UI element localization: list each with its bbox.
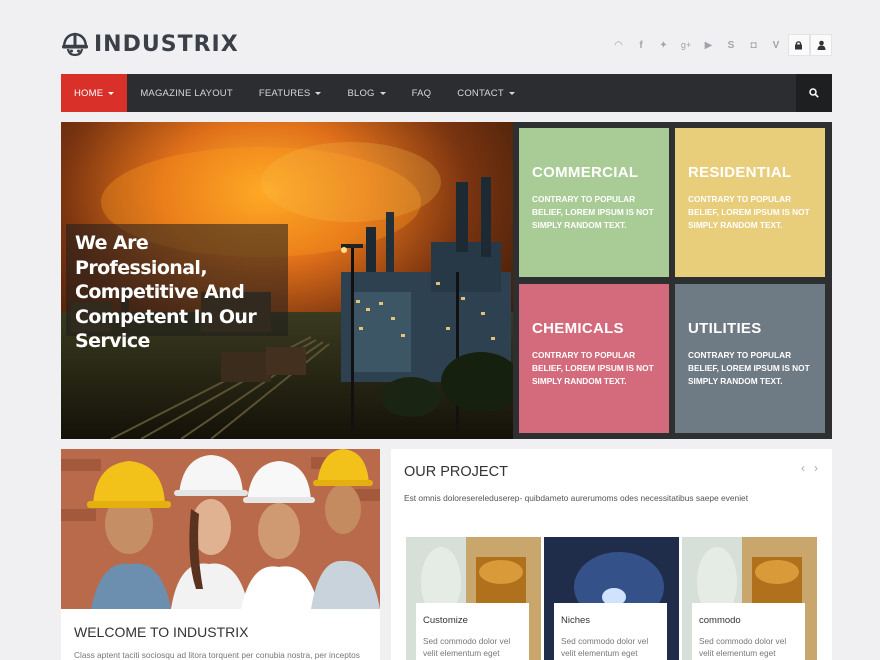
project-card-title: Customize	[423, 615, 468, 626]
tile-text: CONTRARY TO POPULAR BELIEF, LOREM IPSUM …	[688, 350, 810, 386]
nav-item-label: FEATURES	[258, 87, 311, 99]
project-card[interactable]: Niches Sed commodo dolor vel velit eleme…	[544, 537, 679, 660]
project-card-label: Niches Sed commodo dolor vel velit eleme…	[554, 603, 667, 660]
skype-icon[interactable]: S	[720, 34, 742, 56]
tile-commercial[interactable]: COMMERCIAL CONTRARY TO POPULAR BELIEF, L…	[519, 128, 669, 277]
project-card-text: Sed commodo dolor vel velit elementum eg…	[561, 636, 649, 658]
project-description: Est omnis doloresereleduserep- quibdamet…	[404, 493, 749, 503]
project-card-label: Customize Sed commodo dolor vel velit el…	[416, 603, 529, 660]
lock-icon[interactable]	[787, 34, 810, 56]
hero-slider[interactable]: We Are Professional, Competitive And Com…	[61, 122, 513, 439]
tile-chemicals[interactable]: CHEMICALS CONTRARY TO POPULAR BELIEF, LO…	[519, 284, 669, 433]
project-card-title: Niches	[561, 615, 591, 626]
nav-item-home[interactable]: HOME	[61, 74, 128, 112]
tile-text: CONTRARY TO POPULAR BELIEF, LOREM IPSUM …	[688, 194, 810, 230]
project-card[interactable]: Customize Sed commodo dolor vel velit el…	[406, 537, 541, 660]
project-card[interactable]: commodo Sed commodo dolor vel velit elem…	[682, 537, 817, 660]
nav-item-label: HOME	[74, 87, 104, 99]
nav-item-label: CONTACT	[457, 87, 504, 99]
search-icon	[809, 88, 819, 98]
rss-icon[interactable]: ◠	[608, 34, 630, 56]
project-title: OUR PROJECT	[404, 464, 508, 480]
nav-item-features[interactable]: FEATURES	[246, 74, 335, 112]
tile-title: COMMERCIAL	[532, 164, 639, 181]
service-tiles: COMMERCIAL CONTRARY TO POPULAR BELIEF, L…	[513, 122, 832, 439]
facebook-icon[interactable]: f	[630, 34, 652, 56]
nav-item-contact[interactable]: CONTACT	[444, 74, 528, 112]
project-card-title: commodo	[699, 615, 741, 626]
carousel-arrows: ‹ ›	[801, 461, 818, 475]
tile-residential[interactable]: RESIDENTIAL CONTRARY TO POPULAR BELIEF, …	[675, 128, 825, 277]
project-section: OUR PROJECT ‹ › Est omnis doloresereledu…	[391, 449, 832, 660]
nav-item-label: BLOG	[347, 87, 375, 99]
tile-text: CONTRARY TO POPULAR BELIEF, LOREM IPSUM …	[532, 350, 654, 386]
tile-utilities[interactable]: UTILITIES CONTRARY TO POPULAR BELIEF, LO…	[675, 284, 825, 433]
workers-photo	[61, 449, 380, 609]
nav-item-label: MAGAZINE LAYOUT	[140, 87, 233, 99]
nav-item-faq[interactable]: FAQ	[399, 74, 445, 112]
tile-title: UTILITIES	[688, 320, 762, 337]
main-nav: HOME MAGAZINE LAYOUT FEATURES BLOG FAQ C…	[61, 74, 832, 112]
caret-down-icon	[379, 91, 386, 95]
social-links: ◠ f ✦ g+ ▶ S ◘ V	[607, 34, 832, 56]
site-logo[interactable]: INDUSTRIX	[61, 31, 239, 57]
tile-title: CHEMICALS	[532, 320, 624, 337]
flickr-icon[interactable]: ◘	[743, 34, 765, 56]
site-header: INDUSTRIX ◠ f ✦ g+ ▶ S ◘ V	[61, 28, 832, 62]
caret-down-icon	[108, 91, 115, 95]
project-card-label: commodo Sed commodo dolor vel velit elem…	[692, 603, 805, 660]
project-card-text: Sed commodo dolor vel velit elementum eg…	[699, 636, 787, 658]
tile-title: RESIDENTIAL	[688, 164, 792, 181]
chevron-left-icon[interactable]: ‹	[801, 461, 805, 475]
hero-caption-text: We Are Professional, Competitive And Com…	[75, 232, 257, 352]
hero-caption: We Are Professional, Competitive And Com…	[66, 224, 288, 352]
welcome-section: WELCOME TO INDUSTRIX Class aptent taciti…	[61, 449, 380, 660]
nav-item-blog[interactable]: BLOG	[334, 74, 398, 112]
nav-item-magazine-layout[interactable]: MAGAZINE LAYOUT	[127, 74, 246, 112]
caret-down-icon	[315, 91, 322, 95]
caret-down-icon	[508, 91, 515, 95]
chevron-right-icon[interactable]: ›	[814, 461, 818, 475]
search-button[interactable]	[796, 74, 832, 112]
google-plus-icon[interactable]: g+	[675, 34, 697, 56]
hard-hat-icon	[62, 32, 88, 57]
project-card-text: Sed commodo dolor vel velit elementum eg…	[423, 636, 511, 658]
nav-item-label: FAQ	[411, 87, 432, 99]
welcome-title: WELCOME TO INDUSTRIX	[74, 624, 249, 640]
tile-text: CONTRARY TO POPULAR BELIEF, LOREM IPSUM …	[532, 194, 654, 230]
youtube-icon[interactable]: ▶	[698, 34, 720, 56]
logo-text: INDUSTRIX	[94, 31, 239, 57]
user-icon[interactable]	[810, 34, 832, 56]
twitter-icon[interactable]: ✦	[653, 34, 675, 56]
welcome-text: Class aptent taciti sociosqu ad litora t…	[74, 650, 360, 660]
vimeo-icon[interactable]: V	[765, 34, 787, 56]
